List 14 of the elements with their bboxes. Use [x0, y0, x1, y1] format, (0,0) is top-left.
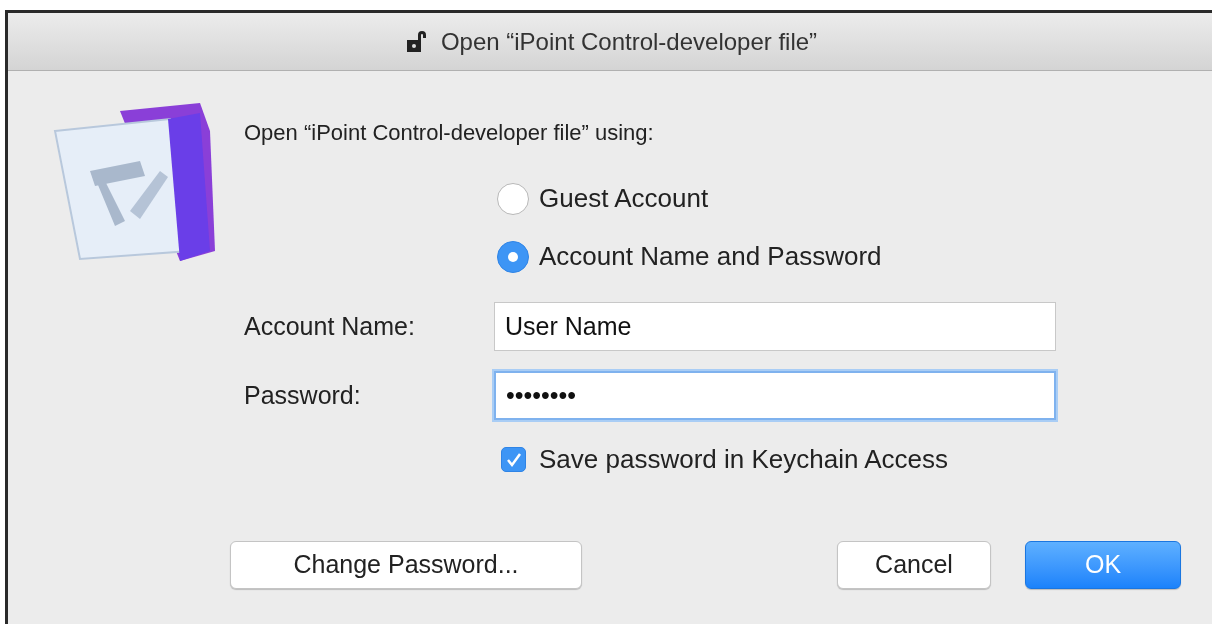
- radio-label: Account Name and Password: [539, 240, 882, 273]
- input-field[interactable]: ••••••••: [494, 371, 1056, 420]
- change-password-button[interactable]: Change Password...: [230, 541, 582, 589]
- radio-label: Guest Account: [539, 182, 709, 215]
- radio-button[interactable]: [497, 240, 529, 273]
- cancel-button[interactable]: Cancel: [837, 541, 991, 589]
- input-field[interactable]: User Name: [494, 302, 1056, 351]
- field-label: Account Name:: [244, 310, 416, 342]
- radio-button[interactable]: [497, 182, 529, 215]
- prompt-text: Open “iPoint Control-developer file” using:: [244, 119, 655, 147]
- checkbox-label: Save password in Keychain Access: [539, 443, 948, 476]
- field-label: Password:: [244, 379, 362, 411]
- checkbox[interactable]: [501, 447, 526, 472]
- window-title: Open “iPoint Control-developer file”: [440, 26, 818, 57]
